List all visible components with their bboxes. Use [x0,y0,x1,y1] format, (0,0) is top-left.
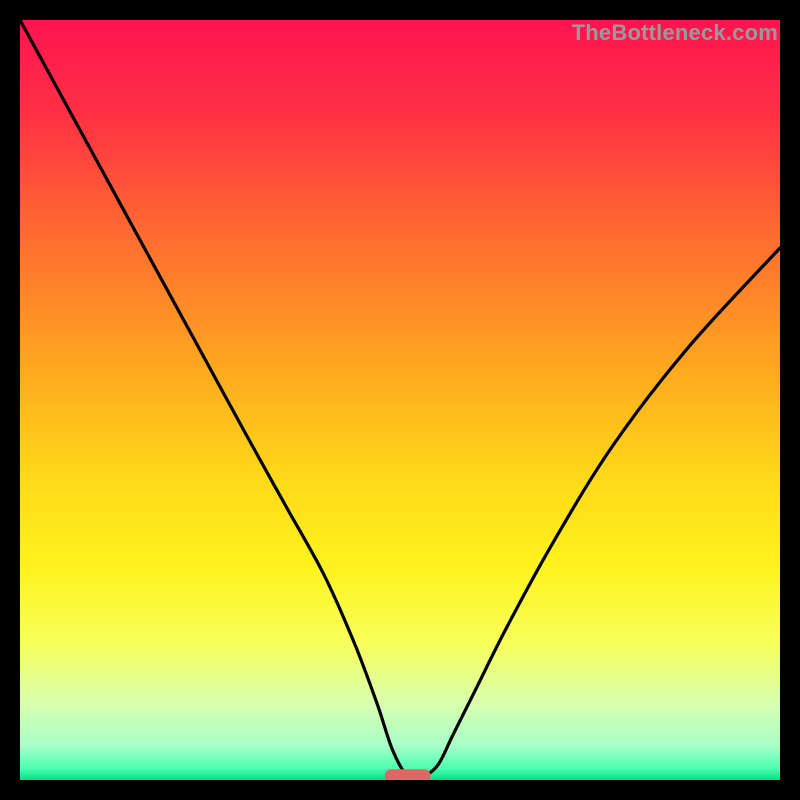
gradient-background [20,20,780,780]
optimal-marker [385,769,431,780]
watermark-text: TheBottleneck.com [572,20,778,46]
chart-svg [20,20,780,780]
chart-frame: TheBottleneck.com [20,20,780,780]
